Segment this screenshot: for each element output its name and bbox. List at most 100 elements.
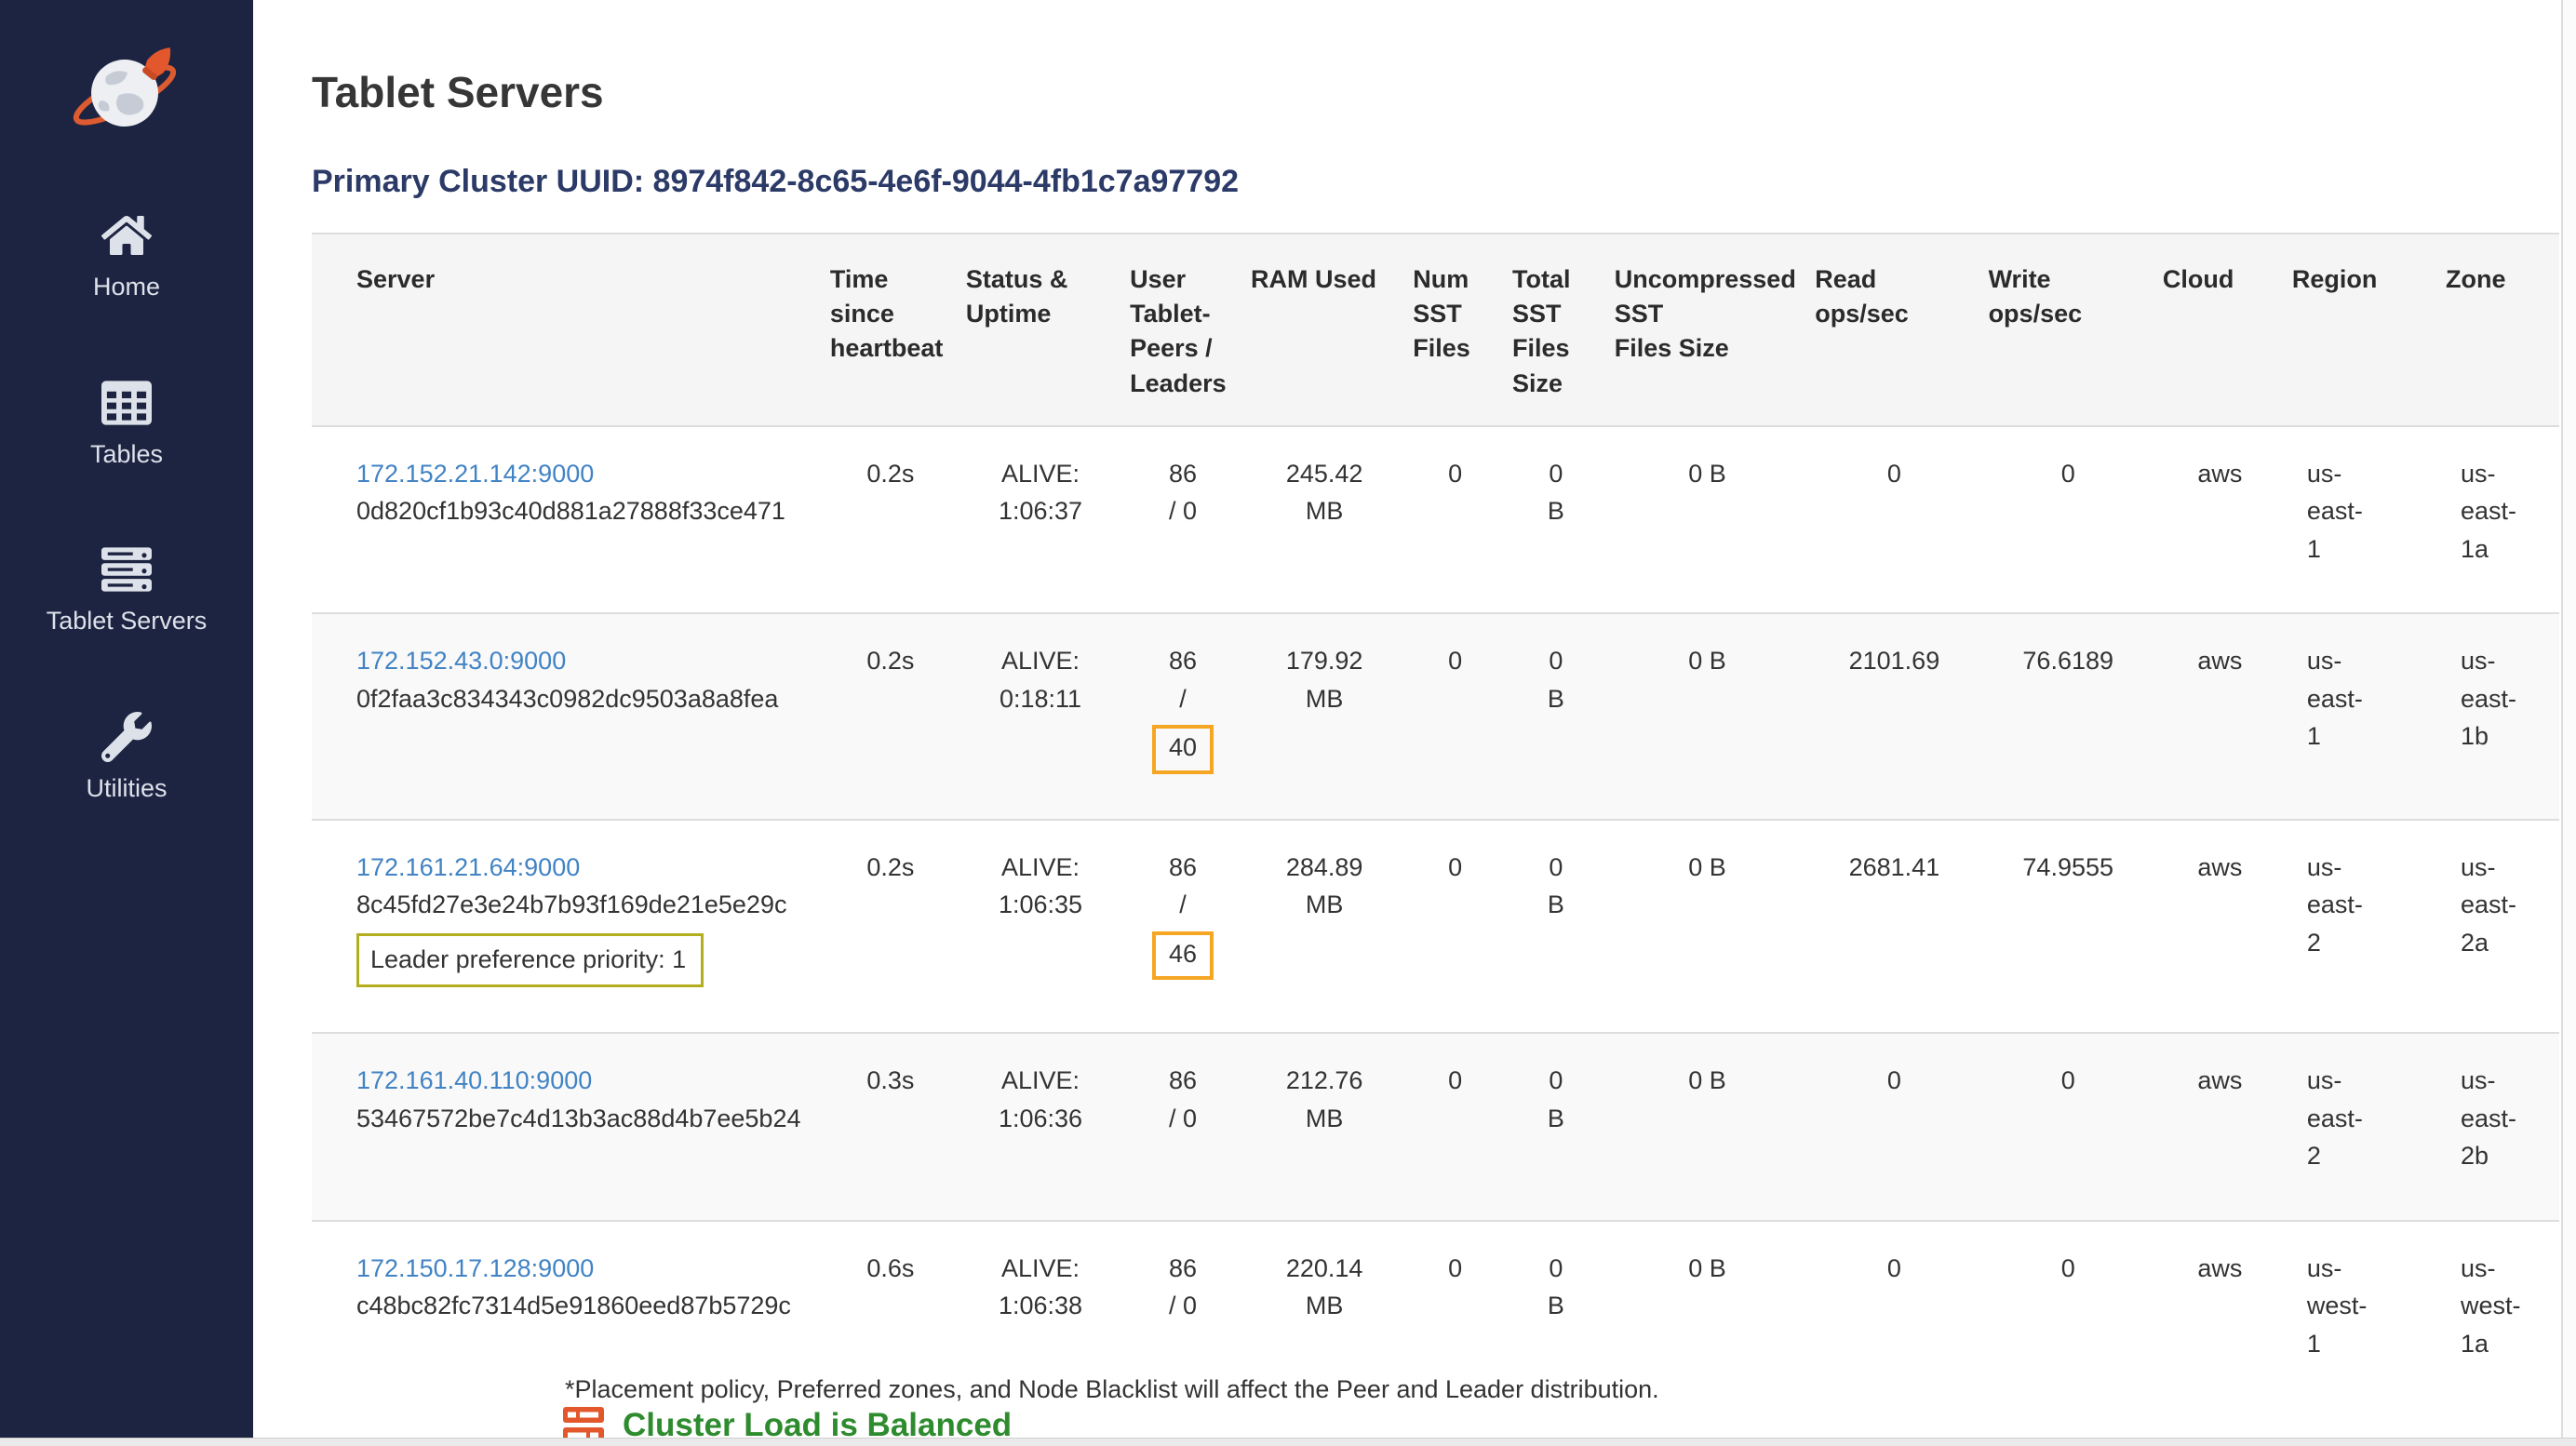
- ram-used-cell: 212.76 MB: [1243, 1033, 1405, 1221]
- sidebar-item-tables[interactable]: Tables: [90, 378, 163, 469]
- server-link[interactable]: 172.161.40.110:9000: [356, 1066, 592, 1094]
- peers-leaders-cell-value: 86 /: [1169, 647, 1197, 713]
- column-heartbeat: Time since heartbeat: [823, 234, 959, 426]
- column-ram-used: RAM Used: [1243, 234, 1405, 426]
- cloud-cell: aws: [2155, 1221, 2285, 1408]
- sidebar-item-label: Utilities: [86, 775, 167, 803]
- server-uuid: 8c45fd27e3e24b7b93f169de21e5e29c: [356, 886, 815, 924]
- globe-rocket-logo-icon: [69, 39, 184, 141]
- server-link[interactable]: 172.152.21.142:9000: [356, 460, 594, 488]
- tablet-servers-table: ServerTime since heartbeatStatus & Uptim…: [312, 233, 2559, 1408]
- cloud-cell: aws: [2155, 426, 2285, 614]
- peers-leaders-cell-value: 86 / 0: [1169, 1066, 1197, 1132]
- num-sst-files-cell: 0: [1405, 820, 1505, 1034]
- region-cell: us- west- 1: [2285, 1221, 2438, 1408]
- heartbeat-cell-value: 0.6s: [866, 1254, 914, 1282]
- peers-leaders-cell: 86 / 0: [1122, 426, 1243, 614]
- column-cloud: Cloud: [2155, 234, 2285, 426]
- status-uptime-cell: ALIVE: 0:18:11: [959, 613, 1122, 820]
- column-uncompressed-sst-size: Uncompressed SST Files Size: [1607, 234, 1808, 426]
- zone-cell-value: us- east- 1a: [2461, 460, 2516, 563]
- column-server: Server: [312, 234, 823, 426]
- column-status-uptime: Status & Uptime: [959, 234, 1122, 426]
- sidebar-item-home[interactable]: Home: [93, 210, 160, 301]
- read-ops-cell-value: 0: [1887, 460, 1901, 488]
- table-row: 172.161.40.110:9000 53467572be7c4d13b3ac8…: [312, 1033, 2559, 1221]
- uncompressed-sst-size-cell: 0 B: [1607, 1033, 1808, 1221]
- num-sst-files-cell-value: 0: [1448, 853, 1462, 881]
- heartbeat-cell: 0.2s: [823, 820, 959, 1034]
- sidebar-nav: Home Tables Tablet Servers Utilities: [0, 210, 253, 803]
- zone-cell: us- east- 1a: [2438, 426, 2559, 614]
- heartbeat-cell: 0.3s: [823, 1033, 959, 1221]
- write-ops-cell: 0: [1981, 426, 2155, 614]
- region-cell-value: us- west- 1: [2307, 1254, 2368, 1358]
- server-cell: 172.161.21.64:9000 8c45fd27e3e24b7b93f169…: [312, 820, 823, 1034]
- scrollbar[interactable]: [2561, 0, 2576, 1446]
- server-uuid: 53467572be7c4d13b3ac88d4b7ee5b24: [356, 1100, 815, 1138]
- heartbeat-cell-value: 0.2s: [866, 647, 914, 675]
- server-link[interactable]: 172.161.21.64:9000: [356, 853, 580, 881]
- server-link[interactable]: 172.150.17.128:9000: [356, 1254, 594, 1282]
- total-sst-size-cell: 0 B: [1505, 613, 1607, 820]
- ram-used-cell-value: 284.89 MB: [1286, 853, 1363, 919]
- total-sst-size-cell: 0 B: [1505, 820, 1607, 1034]
- window-bottom-edge: [0, 1438, 2576, 1446]
- write-ops-cell: 76.6189: [1981, 613, 2155, 820]
- uncompressed-sst-size-cell: 0 B: [1607, 820, 1808, 1034]
- sidebar-item-label: Tables: [90, 441, 163, 469]
- server-uuid: 0d820cf1b93c40d881a27888f33ce471: [356, 492, 815, 530]
- uncompressed-sst-size-cell-value: 0 B: [1688, 1066, 1726, 1094]
- write-ops-cell-value: 76.6189: [2022, 647, 2113, 675]
- uncompressed-sst-size-cell-value: 0 B: [1688, 853, 1726, 881]
- server-cell: 172.152.43.0:90000f2faa3c834343c0982dc95…: [312, 613, 823, 820]
- total-sst-size-cell-value: 0 B: [1548, 1066, 1564, 1132]
- ram-used-cell-value: 245.42 MB: [1286, 460, 1363, 526]
- ram-used-cell-value: 179.92 MB: [1286, 647, 1363, 713]
- status-uptime-cell-value: ALIVE: 1:06:37: [999, 460, 1082, 526]
- column-zone: Zone: [2438, 234, 2559, 426]
- table-row: 172.161.21.64:9000 8c45fd27e3e24b7b93f169…: [312, 820, 2559, 1034]
- status-uptime-cell-value: ALIVE: 1:06:35: [999, 853, 1082, 919]
- table-row: 172.152.21.142:9000 0d820cf1b93c40d881a27…: [312, 426, 2559, 614]
- peers-leaders-cell: 86 / 0: [1122, 1033, 1243, 1221]
- zone-cell-value: us- east- 2a: [2461, 853, 2516, 957]
- sidebar-item-label: Tablet Servers: [47, 608, 208, 636]
- tables-icon: [101, 378, 152, 428]
- total-sst-size-cell: 0 B: [1505, 1033, 1607, 1221]
- sidebar-item-tablet-servers[interactable]: Tablet Servers: [47, 544, 208, 636]
- zone-cell: us- east- 2b: [2438, 1033, 2559, 1221]
- region-cell: us- east- 2: [2285, 820, 2438, 1034]
- home-icon: [101, 210, 152, 261]
- region-cell: us- east- 1: [2285, 426, 2438, 614]
- read-ops-cell-value: 0: [1887, 1254, 1901, 1282]
- write-ops-cell-value: 0: [2061, 1254, 2075, 1282]
- read-ops-cell: 0: [1807, 1033, 1980, 1221]
- status-uptime-cell: ALIVE: 1:06:36: [959, 1033, 1122, 1221]
- heartbeat-cell-value: 0.2s: [866, 460, 914, 488]
- peers-leaders-cell: 86 /46: [1122, 820, 1243, 1034]
- num-sst-files-cell-value: 0: [1448, 1254, 1462, 1282]
- cloud-cell: aws: [2155, 820, 2285, 1034]
- sidebar-item-utilities[interactable]: Utilities: [86, 712, 167, 803]
- cloud-cell: aws: [2155, 613, 2285, 820]
- read-ops-cell: 2681.41: [1807, 820, 1980, 1034]
- read-ops-cell: 2101.69: [1807, 613, 1980, 820]
- cloud-cell-value: aws: [2197, 1066, 2242, 1094]
- server-link[interactable]: 172.152.43.0:9000: [356, 647, 566, 675]
- total-sst-size-cell-value: 0 B: [1548, 460, 1564, 526]
- column-peers-leaders: User Tablet- Peers / Leaders: [1122, 234, 1243, 426]
- utilities-icon: [101, 712, 152, 762]
- ram-used-cell-value: 212.76 MB: [1286, 1066, 1363, 1132]
- total-sst-size-cell: 0 B: [1505, 426, 1607, 614]
- column-num-sst-files: Num SST Files: [1405, 234, 1505, 426]
- logo[interactable]: [69, 39, 184, 141]
- zone-cell: us- west- 1a: [2438, 1221, 2559, 1408]
- status-uptime-cell-value: ALIVE: 1:06:36: [999, 1066, 1082, 1132]
- uncompressed-sst-size-cell-value: 0 B: [1688, 1254, 1726, 1282]
- cluster-uuid-heading: Primary Cluster UUID: 8974f842-8c65-4e6f…: [312, 165, 2576, 199]
- status-uptime-cell: ALIVE: 1:06:37: [959, 426, 1122, 614]
- table-header-row: ServerTime since heartbeatStatus & Uptim…: [312, 234, 2559, 426]
- write-ops-cell: 74.9555: [1981, 820, 2155, 1034]
- server-cell: 172.161.40.110:9000 53467572be7c4d13b3ac8…: [312, 1033, 823, 1221]
